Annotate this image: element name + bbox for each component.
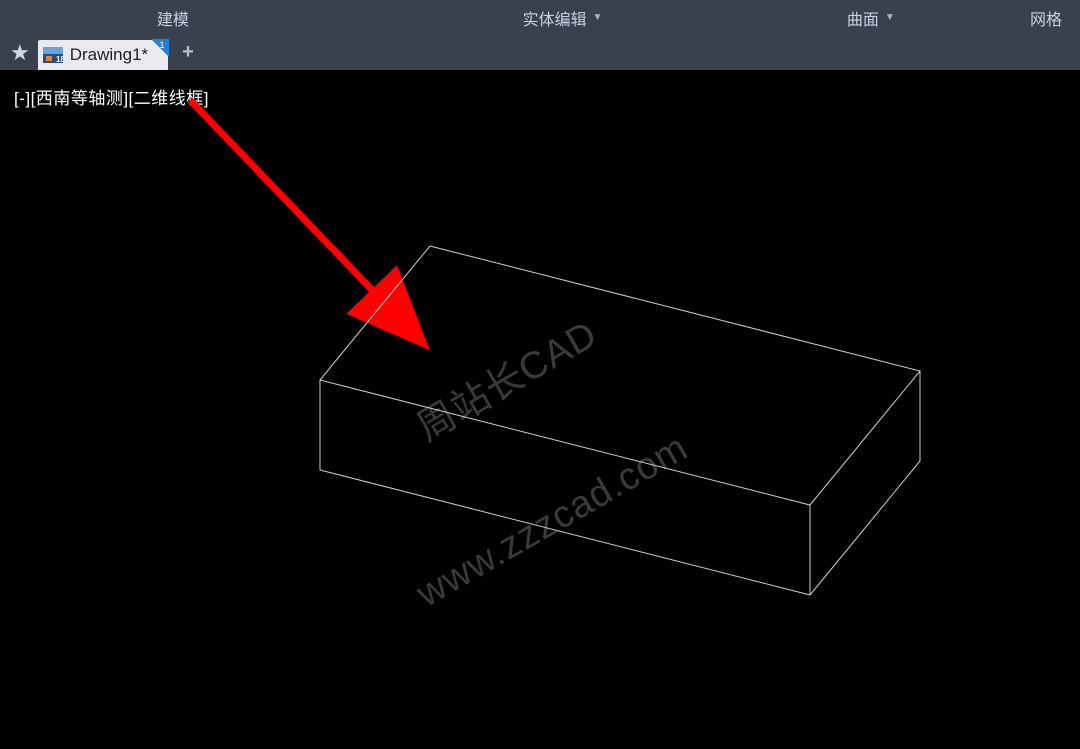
annotation-arrow bbox=[190, 100, 420, 340]
ribbon-mesh-button[interactable]: 网格 bbox=[1012, 0, 1080, 35]
file-tab-bar: ★ 18 Drawing1* 1 + bbox=[0, 35, 1080, 70]
star-icon[interactable]: ★ bbox=[10, 40, 30, 66]
ribbon-spacer bbox=[0, 0, 139, 35]
ribbon-solid-edit-label: 实体编辑 bbox=[523, 6, 587, 30]
wireframe-svg bbox=[0, 70, 1080, 749]
solid-box-wireframe bbox=[320, 246, 920, 595]
ribbon-surface-label: 曲面 bbox=[847, 6, 879, 30]
file-tab-drawing1[interactable]: 18 Drawing1* 1 bbox=[38, 40, 168, 70]
ribbon-surface-button[interactable]: 曲面 ▼ bbox=[829, 0, 913, 35]
chevron-down-icon: ▼ bbox=[885, 12, 895, 23]
new-tab-button[interactable]: + bbox=[182, 41, 194, 64]
ribbon-gap bbox=[207, 0, 505, 35]
ribbon-modeling-label: 建模 bbox=[157, 6, 189, 30]
ribbon-gap bbox=[913, 0, 1012, 35]
file-tab-label: Drawing1* bbox=[70, 45, 162, 65]
chevron-down-icon: ▼ bbox=[593, 12, 603, 23]
drawing-canvas[interactable]: [-][西南等轴测][二维线框] 周站长CAD www.zzzcad.com bbox=[0, 70, 1080, 749]
file-icon: 18 bbox=[42, 44, 64, 66]
tab-badge-icon: 1 bbox=[151, 39, 169, 62]
tab-badge-number: 1 bbox=[160, 40, 165, 50]
ribbon-bar: 建模 实体编辑 ▼ 曲面 ▼ 网格 bbox=[0, 0, 1080, 35]
ribbon-gap bbox=[621, 0, 829, 35]
ribbon-mesh-label: 网格 bbox=[1030, 6, 1062, 30]
ribbon-modeling-button[interactable]: 建模 bbox=[139, 0, 207, 35]
svg-text:18: 18 bbox=[56, 55, 64, 64]
ribbon-solid-edit-button[interactable]: 实体编辑 ▼ bbox=[505, 0, 621, 35]
